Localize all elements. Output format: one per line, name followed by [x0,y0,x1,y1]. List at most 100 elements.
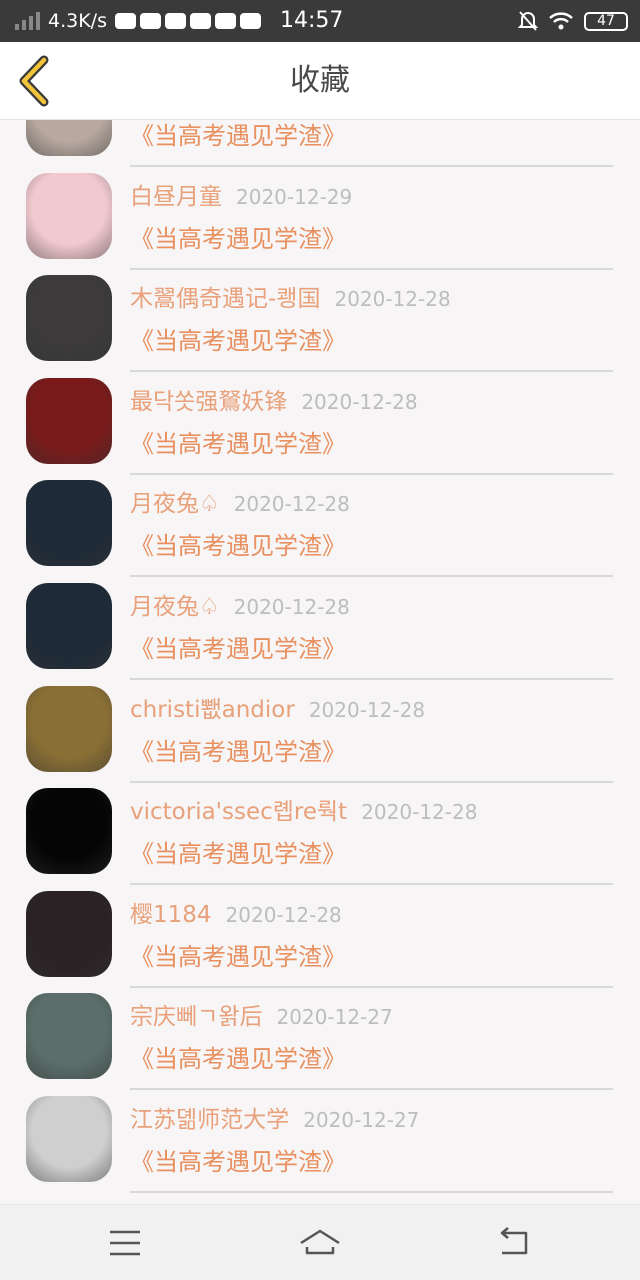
page-title: 收藏 [290,63,350,98]
favorite-date: 2020-12-28 [361,800,478,825]
favorite-row[interactable]: christi뾊andior 2020-12-28 《当高考遇见学渣》 [0,684,640,787]
favorite-book-title[interactable]: 《当高考遇见学渣》 [130,219,346,254]
favorite-row[interactable]: victoria'ssec롑re뤅t 2020-12-28 《当高考遇见学渣》 [0,786,640,889]
favorite-date: 2020-12-28 [233,492,350,517]
favorite-user-line: 白昼月童 2020-12-29 [130,177,352,211]
favorite-user-name[interactable]: 樱1184 [130,902,212,928]
favorite-user-name[interactable]: 白昼月童 [130,184,222,210]
favorite-row[interactable]: 月夜兔♤ 2020-12-28 《当高考遇见学渣》 [0,581,640,684]
favorite-book-title[interactable]: 《当高考遇见学渣》 [130,629,346,664]
favorite-user-name[interactable]: 宗庆뻬ㄱ왉后 [130,1004,262,1030]
favorite-book-title[interactable]: 《当高考遇见学渣》 [130,526,346,561]
crown-icon [239,13,261,29]
favorite-user-line: victoria'ssec롑re뤅t 2020-12-28 [130,792,477,826]
status-left: 4.3K/s [14,0,261,42]
home-button[interactable] [295,1223,345,1263]
favorite-row[interactable]: 宗庆뻬ㄱ왉后 2020-12-27 《当高考遇见学渣》 [0,991,640,1094]
favorite-book-title[interactable]: 《当高考遇见学渣》 [130,321,346,356]
favorite-user-name[interactable]: 江苏뎲师范大学 [130,1107,289,1133]
avatar[interactable] [26,1096,112,1182]
favorite-user-line: 木翯偶奇遇记-쾡国 2020-12-28 [130,279,451,313]
battery-indicator: 47 [584,11,628,31]
row-divider [130,370,613,373]
back-arrow-icon [500,1227,528,1255]
favorite-user-line: 宗庆뻬ㄱ왉后 2020-12-27 [130,997,393,1031]
avatar[interactable] [26,788,112,875]
avatar[interactable] [26,480,112,567]
bottom-nav [0,1204,640,1280]
cat-icon [114,13,136,29]
wechat-icon [139,13,161,29]
browser-icon [214,13,236,29]
home-icon [300,1229,340,1255]
favorite-user-name[interactable]: 月夜兔♤ [130,491,220,517]
favorite-row[interactable]: 月夜兔♤ 2020-12-28 《当高考遇见学渣》 [0,478,640,581]
menu-button[interactable] [100,1223,150,1263]
row-divider [130,883,613,886]
row-divider [130,1191,613,1193]
favorite-row[interactable]: 白昼月童 2020-12-29 《当高考遇见学渣》 [0,171,640,274]
row-divider [130,985,613,988]
favorite-row[interactable]: 江苏뎲师范大学 2020-12-27 《当高考遇见学渣》 [0,1094,640,1197]
favorite-book-title[interactable]: 《当高考遇见学渣》 [130,120,346,151]
favorite-date: 2020-12-28 [301,389,418,414]
avatar[interactable] [26,172,112,259]
favorites-list[interactable]: 《当高考遇见学渣》 白昼月童 2020-12-29 《当高考遇见学渣》 木翯偶奇遇记-쾡… [0,120,640,1204]
row-divider [130,678,613,680]
mail-icon [189,13,211,29]
clock: 14:57 [280,8,344,33]
favorite-book-title[interactable]: 《当高考遇见学渣》 [130,1039,346,1074]
favorite-row[interactable]: 最닥쏫强鴑妖锋 2020-12-28 《当高考遇见学渣》 [0,376,640,479]
menu-icon [110,1230,140,1256]
favorite-user-name[interactable]: 木翯偶奇遇记-쾡国 [130,286,320,312]
network-speed: 4.3K/s [48,10,107,32]
chevron-left-icon [19,55,49,107]
favorite-user-line: 最닥쏫强鴑妖锋 2020-12-28 [130,382,418,416]
cloud-icon [164,13,186,29]
favorite-date: 2020-12-28 [225,902,342,927]
favorite-user-name[interactable]: victoria'ssec롑re뤅t [130,799,347,825]
favorite-user-line: christi뾊andior 2020-12-28 [130,690,425,724]
favorite-date: 2020-12-28 [233,595,350,619]
back-nav-button[interactable] [490,1223,540,1263]
notification-icons [114,13,261,29]
avatar[interactable] [26,685,112,772]
favorite-book-title[interactable]: 《当高考遇见学渣》 [130,424,346,459]
row-divider [130,165,613,167]
avatar[interactable] [26,993,112,1080]
signal-icon [15,12,40,30]
row-divider [130,575,613,578]
favorite-user-name[interactable]: christi뾊andior [130,697,295,723]
favorite-book-title[interactable]: 《当高考遇见学渣》 [130,1142,346,1177]
favorite-user-line: 月夜兔♤ 2020-12-28 [130,484,350,518]
row-divider [130,267,613,270]
favorite-book-title[interactable]: 《当高考遇见学渣》 [130,732,346,767]
row-divider [130,780,613,783]
favorite-date: 2020-12-27 [303,1108,420,1132]
avatar[interactable] [26,275,112,362]
row-divider [130,1088,613,1091]
favorite-row[interactable]: 木翯偶奇遇记-쾡国 2020-12-28 《当高考遇见学渣》 [0,273,640,376]
wifi-icon [549,12,573,30]
favorite-row[interactable]: 樱1184 2020-12-28 《当高考遇见学渣》 [0,889,640,992]
favorite-book-title[interactable]: 《当高考遇见学渣》 [130,937,346,972]
favorite-book-title[interactable]: 《当高考遇见学渣》 [130,834,346,869]
favorite-user-line: 樱1184 2020-12-28 [130,895,342,929]
back-button[interactable] [12,54,62,108]
avatar[interactable] [26,583,112,669]
favorite-date: 2020-12-27 [276,1005,393,1030]
status-right: 47 [518,0,628,42]
favorite-user-line: 江苏뎲师范大学 2020-12-27 [130,1100,419,1134]
header: 收藏 [0,42,640,120]
favorite-date: 2020-12-29 [236,184,353,209]
mute-bell-icon [518,11,538,31]
avatar[interactable] [26,890,112,977]
favorite-user-name[interactable]: 月夜兔♤ [130,594,220,620]
favorite-date: 2020-12-28 [308,697,426,722]
avatar[interactable] [26,377,112,464]
favorite-user-line: 月夜兔♤ 2020-12-28 [130,587,350,621]
avatar[interactable] [26,120,112,156]
row-divider [130,472,613,475]
favorite-user-name[interactable]: 最닥쏫强鴑妖锋 [130,389,287,415]
favorite-row[interactable]: 《当高考遇见学渣》 [0,120,640,171]
